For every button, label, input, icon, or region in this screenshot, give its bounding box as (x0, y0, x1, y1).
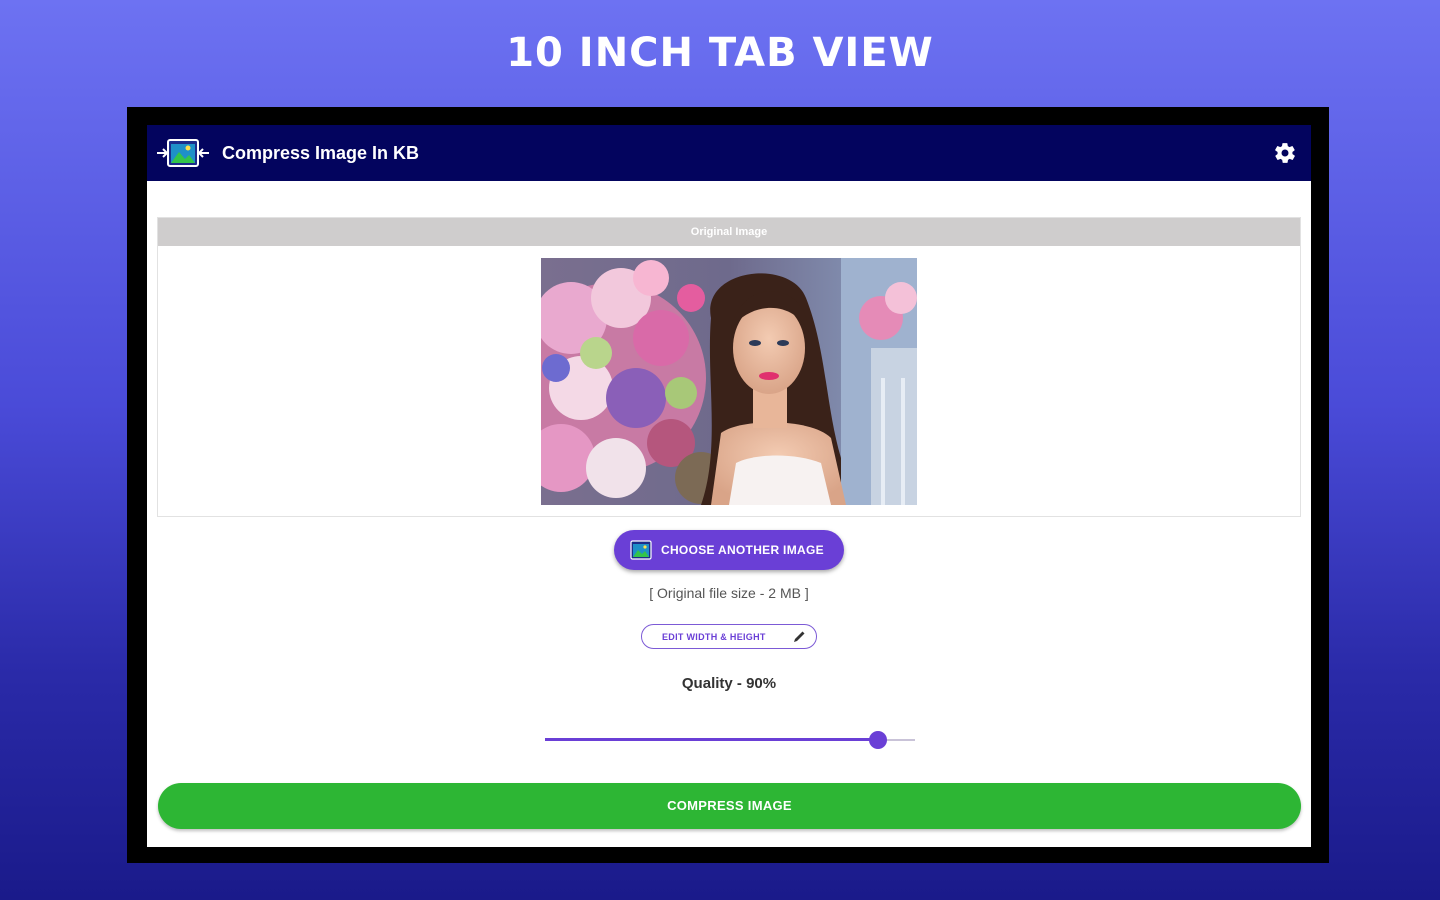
choose-another-image-button[interactable]: CHOOSE ANOTHER IMAGE (614, 530, 844, 570)
image-icon (630, 540, 652, 560)
quality-slider[interactable] (545, 730, 915, 750)
tablet-frame: Compress Image In KB Original Image CHOO… (127, 107, 1329, 863)
choose-another-image-label: CHOOSE ANOTHER IMAGE (661, 543, 824, 557)
edit-width-height-button[interactable]: EDIT WIDTH & HEIGHT (641, 624, 817, 649)
quality-slider-fill (545, 738, 878, 741)
quality-label: Quality - 90% (681, 675, 777, 692)
promo-title: 10 INCH TAB VIEW (506, 30, 934, 76)
gear-icon[interactable] (1273, 141, 1297, 165)
original-file-size: [ Original file size - 2 MB ] (649, 585, 809, 601)
app-title: Compress Image In KB (222, 143, 420, 163)
app-bar: Compress Image In KB (147, 125, 1311, 181)
original-image-header: Original Image (158, 218, 1300, 246)
edit-width-height-label: EDIT WIDTH & HEIGHT (662, 631, 766, 642)
pencil-icon (794, 631, 805, 642)
compress-image-logo-icon (157, 139, 209, 167)
quality-slider-thumb[interactable] (869, 731, 887, 749)
compress-image-button[interactable]: COMPRESS IMAGE (158, 783, 1301, 829)
original-image-card: Original Image (157, 217, 1301, 517)
app-screen: Compress Image In KB Original Image CHOO… (147, 125, 1311, 847)
original-image-photo (541, 258, 917, 505)
